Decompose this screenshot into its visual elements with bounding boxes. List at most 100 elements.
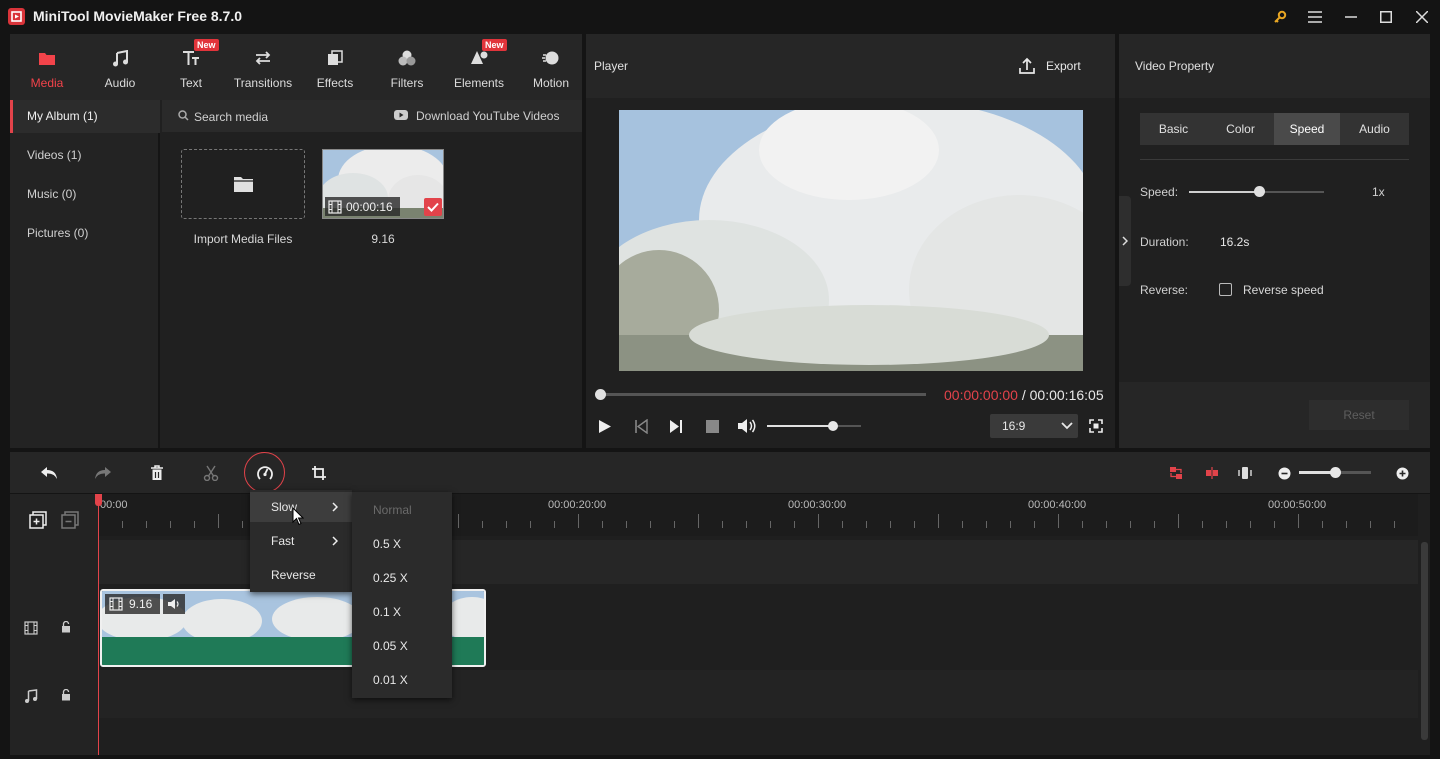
delete-button[interactable] (145, 461, 169, 485)
next-frame-button[interactable] (669, 419, 683, 434)
playback-progress-knob[interactable] (595, 389, 606, 400)
reverse-speed-checkbox[interactable] (1219, 283, 1232, 296)
menu-item-0-1x[interactable]: 0.1 X (352, 595, 452, 629)
chevron-right-icon (332, 502, 338, 512)
effects-icon (327, 48, 343, 68)
maximize-button[interactable] (1375, 6, 1397, 28)
player-header: Player Export (586, 34, 1115, 98)
close-button[interactable] (1411, 6, 1433, 28)
speed-slider-knob[interactable] (1253, 186, 1265, 197)
title-bar: MiniTool MovieMaker Free 8.7.0 (0, 0, 1440, 33)
album-sidebar: My Album (1) Videos (1) Music (0) Pictur… (10, 100, 160, 448)
stop-button[interactable] (706, 420, 719, 433)
sidebar-item-pictures[interactable]: Pictures (0) (10, 217, 160, 250)
new-badge: New (194, 39, 219, 51)
check-icon (424, 198, 442, 216)
timeline: 00:00 00:00:20:00 00:00:30:00 00:00:40:0… (10, 494, 1430, 755)
fullscreen-icon[interactable] (1089, 419, 1103, 433)
tab-audio-property[interactable]: Audio (1340, 113, 1409, 145)
ruler-label: 00:00 (100, 499, 128, 511)
tab-color[interactable]: Color (1207, 113, 1274, 145)
menu-icon[interactable] (1304, 6, 1326, 28)
duration-value: 16.2s (1220, 235, 1250, 249)
sidebar-item-my-album[interactable]: My Album (1) (10, 100, 160, 133)
property-header: Video Property (1119, 34, 1430, 98)
library-tabs: Media Audio New Text Transitions Effects… (10, 34, 582, 100)
current-time: 00:00:00:00 (944, 387, 1018, 403)
tab-audio[interactable]: Audio (85, 34, 155, 100)
tab-filters[interactable]: Filters (372, 34, 442, 100)
menu-item-0-05x[interactable]: 0.05 X (352, 629, 452, 663)
speed-slider[interactable] (1189, 186, 1324, 197)
sidebar-item-videos[interactable]: Videos (1) (10, 139, 160, 172)
redo-button[interactable] (91, 461, 115, 485)
zoom-out-icon[interactable] (1272, 461, 1296, 485)
player-panel: Player Export 00:00:00:00 / 00:00:16:05 (586, 34, 1115, 448)
ruler-label: 00:00:50:00 (1268, 499, 1327, 511)
tab-text[interactable]: New Text (156, 34, 226, 100)
collapse-panel-handle[interactable] (1119, 196, 1131, 286)
reset-button[interactable]: Reset (1309, 400, 1409, 430)
crop-button[interactable] (307, 461, 331, 485)
time-readout: 00:00:00:00 / 00:00:16:05 (944, 387, 1104, 403)
snap-icon[interactable] (1200, 461, 1224, 485)
menu-item-fast[interactable]: Fast (250, 526, 352, 556)
menu-item-normal: Normal (373, 503, 412, 517)
lock-icon[interactable] (61, 621, 71, 633)
speed-value: 1x (1372, 185, 1385, 199)
add-track-icon[interactable] (29, 511, 47, 529)
menu-item-0-25x[interactable]: 0.25 X (352, 561, 452, 595)
tab-effects[interactable]: Effects (300, 34, 370, 100)
timeline-scrollbar[interactable] (1421, 542, 1428, 740)
previous-frame-button[interactable] (634, 419, 648, 434)
menu-item-0-5x[interactable]: 0.5 X (352, 527, 452, 561)
volume-icon[interactable] (737, 418, 757, 434)
transitions-icon (254, 48, 272, 68)
zoom-in-icon[interactable] (1390, 461, 1414, 485)
aspect-ratio-select[interactable]: 16:9 (990, 414, 1078, 438)
tab-transitions[interactable]: Transitions (228, 34, 298, 100)
volume-slider[interactable] (767, 421, 861, 431)
audio-track[interactable] (98, 670, 1418, 718)
minimize-button[interactable] (1340, 6, 1362, 28)
film-icon (328, 199, 342, 214)
tab-speed[interactable]: Speed (1274, 113, 1340, 145)
volume-knob[interactable] (827, 421, 838, 431)
timeline-zoom-slider[interactable] (1299, 467, 1371, 478)
zoom-slider-knob[interactable] (1329, 467, 1341, 478)
sidebar-item-music[interactable]: Music (0) (10, 178, 160, 211)
clip-volume-icon[interactable] (163, 594, 185, 614)
play-button[interactable] (598, 419, 612, 434)
remove-track-icon[interactable] (61, 511, 79, 529)
tab-motion[interactable]: Motion (516, 34, 586, 100)
clip-duration-badge: 00:00:16 (325, 197, 400, 216)
app-logo-icon (8, 8, 25, 25)
tab-elements[interactable]: New Elements (444, 34, 514, 100)
split-button[interactable] (199, 461, 223, 485)
lock-icon[interactable] (61, 689, 71, 701)
magnet-icon[interactable] (1233, 461, 1257, 485)
undo-button[interactable] (37, 461, 61, 485)
import-media-button[interactable] (181, 149, 305, 219)
tab-media[interactable]: Media (12, 34, 82, 100)
timeline-playhead[interactable] (95, 494, 102, 755)
playback-progress-bar[interactable] (595, 389, 926, 400)
speed-button[interactable] (253, 461, 277, 485)
export-button[interactable]: Export (1018, 56, 1098, 76)
tab-basic[interactable]: Basic (1140, 113, 1207, 145)
search-input[interactable]: Search media (194, 110, 268, 124)
speed-label: Speed: (1140, 185, 1179, 199)
media-folder-icon (38, 48, 56, 68)
download-youtube-button[interactable]: Download YouTube Videos (416, 109, 559, 123)
chevron-right-icon (1122, 236, 1128, 246)
window-title: MiniTool MovieMaker Free 8.7.0 (33, 8, 243, 24)
media-clip-thumbnail[interactable]: 00:00:16 (322, 149, 444, 219)
music-note-icon (112, 48, 128, 68)
ruler-label: 00:00:30:00 (788, 499, 847, 511)
key-icon[interactable] (1269, 6, 1291, 28)
menu-item-reverse[interactable]: Reverse (250, 560, 352, 590)
fit-timeline-icon[interactable] (1164, 461, 1188, 485)
video-property-panel: Video Property Basic Color Speed Audio S… (1119, 34, 1430, 448)
menu-item-0-01x[interactable]: 0.01 X (352, 663, 452, 697)
video-preview (619, 110, 1083, 371)
